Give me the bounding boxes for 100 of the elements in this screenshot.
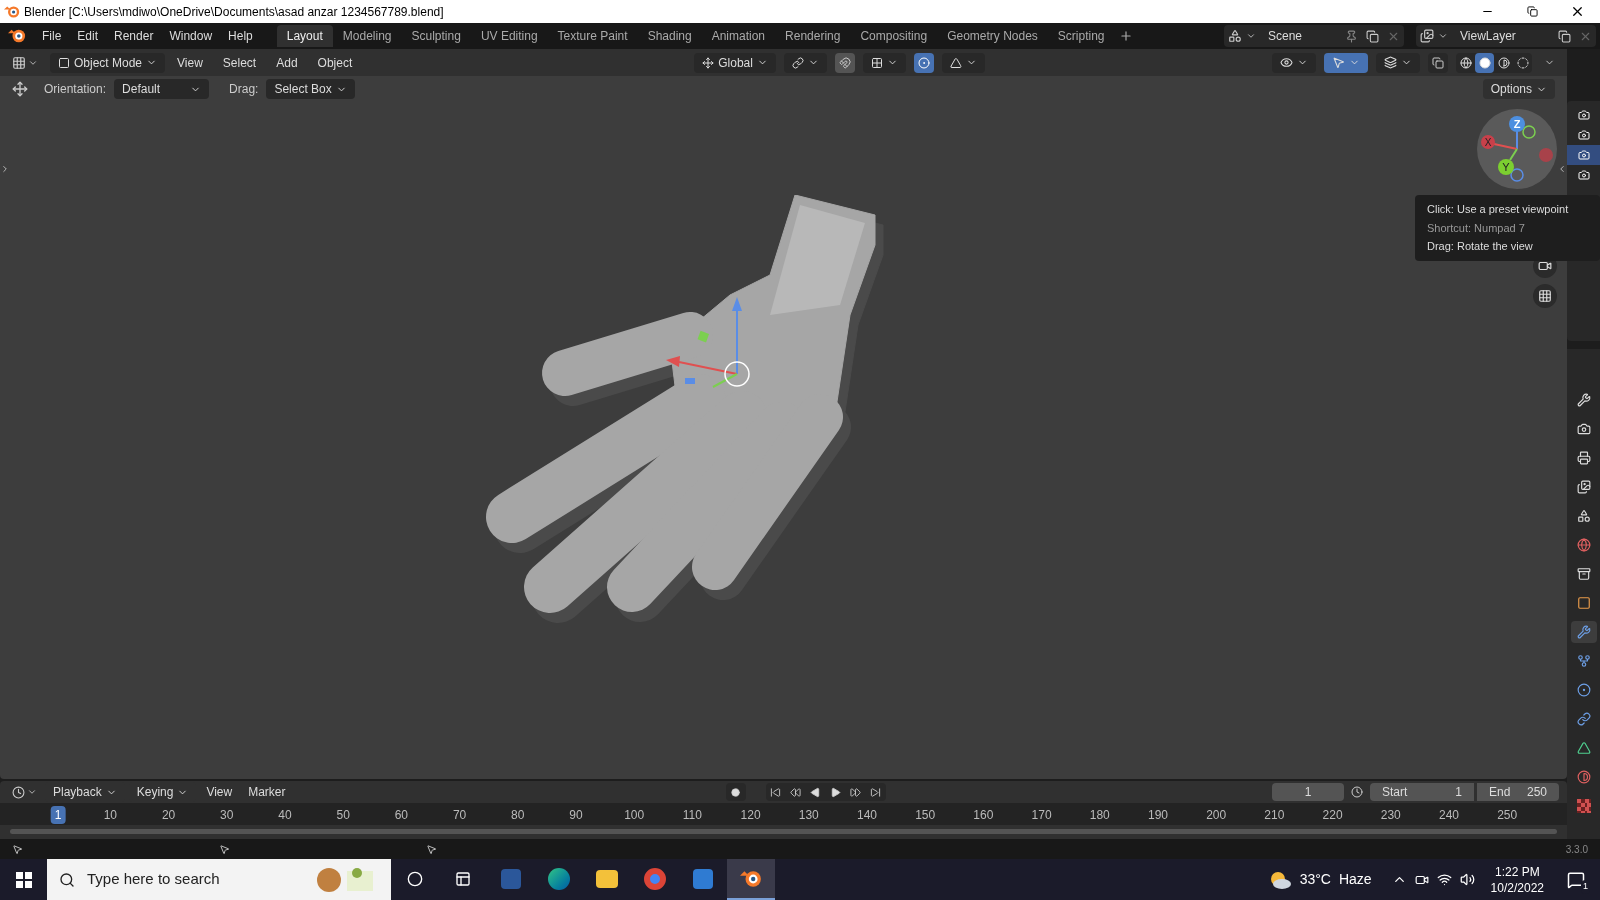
start-label: Start	[1382, 784, 1408, 801]
app-icon	[4, 3, 20, 20]
frame-number: 1	[50, 806, 66, 824]
axis-handle[interactable]	[1539, 148, 1553, 162]
document-icon	[501, 868, 521, 889]
drag-dropdown[interactable]: Select Box	[266, 79, 355, 99]
view-layer-selector[interactable]: ViewLayer	[1416, 25, 1596, 47]
rendered-sphere-icon	[1516, 56, 1529, 69]
workspace-tab[interactable]: Texture Paint	[547, 25, 638, 47]
scene-selector[interactable]: Scene	[1224, 25, 1404, 47]
falloff-icon	[949, 56, 962, 69]
frame-number: 180	[1088, 807, 1111, 824]
modifier-tab[interactable]	[1570, 621, 1597, 643]
nodes-icon	[1576, 654, 1591, 668]
tooltip-line: Drag: Rotate the view	[1427, 239, 1534, 254]
add-workspace-button[interactable]	[1118, 29, 1133, 43]
frame-number: 50	[335, 807, 351, 824]
falloff-dropdown[interactable]	[941, 52, 985, 73]
volume-icon	[1459, 872, 1475, 887]
workspace-tab[interactable]: Layout	[276, 25, 333, 47]
blender-taskbar-button[interactable]	[727, 859, 775, 900]
menu-item[interactable]: Render	[106, 27, 162, 45]
workspace-tab[interactable]: Modeling	[332, 25, 402, 47]
xray-toggle[interactable]	[1428, 52, 1448, 73]
current-frame-field[interactable]: 1	[1272, 783, 1344, 801]
axis-handle[interactable]	[1509, 116, 1525, 132]
frame-number: 200	[1205, 807, 1228, 824]
clock-icon	[12, 785, 25, 799]
pivot-dropdown[interactable]	[783, 52, 827, 73]
orientation-dropdown[interactable]: Default	[114, 79, 210, 99]
timeline-scrollbar[interactable]	[10, 829, 1557, 834]
frame-ruler[interactable]: 1 10 20 30 40 50 60 70 80 90 100 110 120 130 140 150 160 170 180 190 200 210 220 230 240 250	[0, 803, 1567, 825]
workspace-tab[interactable]: Geometry Nodes	[937, 25, 1048, 47]
time: 1:22 PM	[1494, 863, 1540, 880]
expand-toolbar-icon	[0, 164, 10, 174]
link-icon	[1576, 712, 1591, 726]
axis-handle[interactable]	[1522, 125, 1536, 139]
workspace-tab[interactable]: Scripting	[1047, 25, 1115, 47]
menu-item[interactable]: Edit	[69, 27, 107, 45]
end-frame-field[interactable]: End 250	[1477, 783, 1559, 801]
start-value: 1	[1455, 784, 1462, 801]
search-input[interactable]: Type here to search	[87, 868, 297, 891]
snap-dropdown[interactable]	[862, 52, 906, 73]
folder-icon	[596, 869, 618, 888]
expand-sidebar-icon	[1557, 164, 1567, 174]
wrench-icon	[1576, 625, 1591, 639]
transform-orientation-dropdown[interactable]: Global	[694, 52, 776, 73]
windows-logo-icon	[15, 871, 32, 888]
skip-back-icon	[770, 786, 782, 798]
render-camera-toggle[interactable]	[1567, 145, 1600, 165]
perspective-toggle[interactable]	[1533, 284, 1557, 308]
workspace-tab[interactable]: Rendering	[775, 25, 851, 47]
taskbar-search-field[interactable]: Type here to search	[47, 859, 391, 900]
header-menu-item[interactable]: Add	[268, 53, 306, 72]
workspace-tab[interactable]: Compositing	[850, 25, 938, 47]
tooltip-line: Click: Use a preset viewpoint	[1427, 202, 1570, 217]
frame-number: 100	[623, 807, 646, 824]
half-sphere-icon	[1497, 56, 1510, 69]
workspace-tab[interactable]: UV Editing	[470, 25, 548, 47]
record-icon	[731, 787, 741, 797]
axes-icon	[702, 56, 715, 69]
navigation-gizmo[interactable]: Z X Y	[1477, 109, 1557, 189]
header-menu-item[interactable]: Object	[309, 53, 361, 72]
clock[interactable]: 1:22 PM 10/2/2022	[1490, 863, 1544, 896]
view-layer-icon	[1420, 29, 1434, 43]
chevron-down-icon	[1438, 31, 1448, 41]
menu-item[interactable]: Window	[161, 27, 221, 45]
copy-icon	[1366, 29, 1379, 43]
record-button[interactable]	[725, 783, 746, 801]
axis-handle[interactable]	[1510, 168, 1524, 182]
chevron-down-icon	[27, 787, 37, 797]
solid-sphere-icon	[1478, 56, 1491, 69]
visibility-dropdown[interactable]	[1272, 52, 1316, 73]
menu-item[interactable]: Help	[220, 27, 261, 45]
frame-number: 190	[1146, 807, 1169, 824]
menu-item[interactable]: File	[34, 27, 70, 45]
square-icon	[1576, 596, 1591, 610]
timeline-menu-item[interactable]: Marker	[242, 783, 292, 801]
mode-dropdown[interactable]: Object Mode	[50, 52, 166, 73]
message-icon	[1567, 870, 1585, 889]
scene-icon	[1228, 29, 1242, 43]
workspace-tab[interactable]: Shading	[637, 25, 702, 47]
proportional-toggle[interactable]	[913, 52, 934, 73]
header-menu-item[interactable]: View	[169, 53, 211, 72]
gizmo-dropdown[interactable]	[1324, 52, 1368, 73]
snap-toggle[interactable]	[834, 52, 855, 73]
options-dropdown[interactable]: Options	[1482, 79, 1555, 99]
overlays-dropdown[interactable]	[1376, 52, 1420, 73]
solid-shading-button[interactable]	[1475, 52, 1494, 73]
camera-icon	[1577, 109, 1590, 121]
workspace-tab[interactable]: Animation	[701, 25, 776, 47]
timeline-menu-item[interactable]: View	[200, 783, 239, 801]
axis-handle[interactable]	[1498, 159, 1514, 175]
start-frame-field[interactable]: Start 1	[1370, 783, 1474, 801]
workspace-tab[interactable]: Sculpting	[401, 25, 471, 47]
box-icon	[1576, 567, 1591, 581]
notifications-button[interactable]: 1	[1564, 867, 1588, 892]
header-menu-item[interactable]: Select	[214, 53, 265, 72]
camera-icon	[1538, 259, 1552, 273]
frame-number: 90	[568, 807, 584, 824]
